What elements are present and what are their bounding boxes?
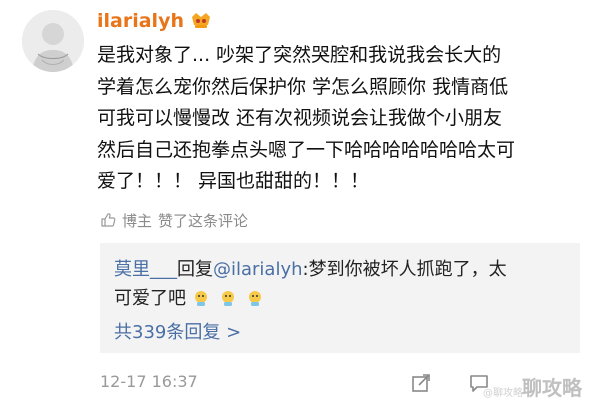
reply-line-1: 莫里___回复@ilarialyh:梦到你被坏人抓跑了，太	[114, 255, 507, 285]
watermark-small: @聊攻略	[483, 388, 523, 399]
liked-text: 赞了这条评论	[158, 211, 249, 230]
comment-line: 爱了！！！ 异国也甜甜的！！！	[97, 170, 370, 192]
username-row: ilarialyh	[97, 8, 212, 34]
reply-preview[interactable]: 莫里___回复@ilarialyh:梦到你被坏人抓跑了，太 可爱了吧 共339条…	[100, 243, 580, 353]
thumbs-up-icon	[101, 213, 116, 227]
vip-badge-icon	[190, 11, 212, 31]
more-replies-link[interactable]: 共339条回复 >	[114, 321, 241, 345]
crying-emoji-icon	[221, 291, 234, 306]
timestamp: 12-17 16:37	[100, 372, 198, 391]
share-icon[interactable]	[410, 372, 432, 394]
comment-text: 是我对象了... 吵架了突然哭腔和我说我会长大的 学着怎么宠你然后保护你 学怎么…	[97, 40, 577, 198]
comment-line: 可我可以慢慢改 还有次视频说会让我做个小朋友	[97, 107, 503, 129]
reply-text-1: :梦到你被坏人抓跑了，太	[302, 259, 507, 280]
username[interactable]: ilarialyh	[97, 10, 184, 32]
comment-line: 然后自己还抱拳点头嗯了一下哈哈哈哈哈哈哈太可	[97, 138, 516, 161]
reply-mention[interactable]: @ilarialyh	[213, 259, 303, 280]
reply-action: 回复	[177, 259, 213, 280]
crying-emoji-icon	[248, 291, 261, 306]
reply-author[interactable]: 莫里___	[114, 259, 177, 280]
comment-line: 是我对象了... 吵架了突然哭腔和我说我会长大的	[97, 44, 502, 66]
avatar[interactable]	[22, 10, 84, 72]
crying-emoji-icon	[194, 291, 207, 306]
author-liked-row: 博主 赞了这条评论	[100, 208, 248, 232]
comment-line: 学着怎么宠你然后保护你 学怎么照顾你 我情商低	[97, 75, 509, 98]
reply-line-2: 可爱了吧	[114, 284, 273, 314]
liked-by-label[interactable]: 博主	[122, 210, 152, 231]
watermark: 聊攻略	[522, 376, 582, 400]
reply-text-2: 可爱了吧	[114, 288, 186, 309]
